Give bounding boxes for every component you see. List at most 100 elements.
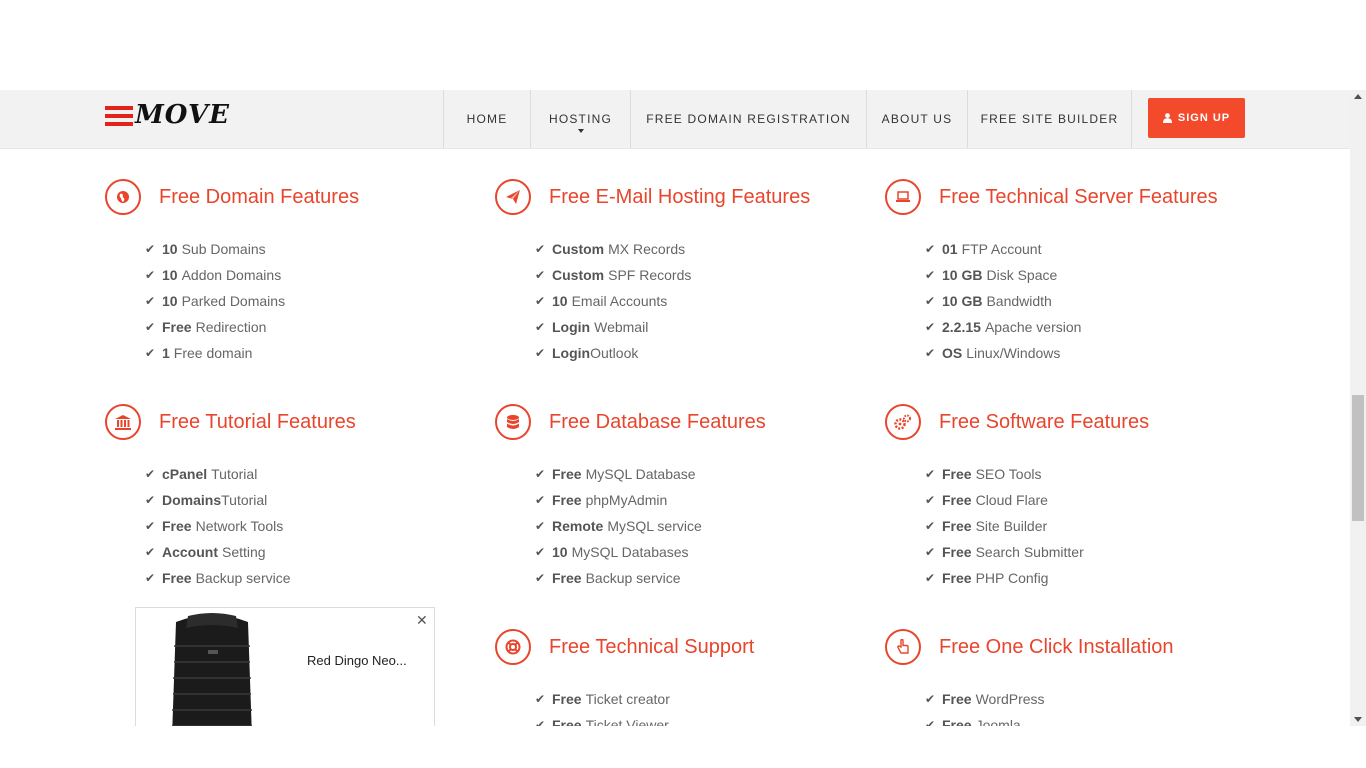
check-icon: ✔	[535, 692, 546, 706]
check-icon: ✔	[925, 467, 936, 481]
check-icon: ✔	[925, 692, 936, 706]
check-icon: ✔	[925, 545, 936, 559]
feature-list: ✔ Free WordPress ✔ Free Joomla	[925, 686, 1045, 726]
check-icon: ✔	[535, 294, 546, 308]
hand-pointer-icon	[885, 629, 921, 665]
site-logo[interactable]: MOVE	[105, 100, 235, 132]
check-icon: ✔	[925, 320, 936, 334]
gears-icon	[885, 404, 921, 440]
feature-list: ✔ cPanel Tutorial ✔ Domains Tutorial ✔ Free Ne…	[145, 461, 291, 591]
list-item: ✔ Login Webmail	[535, 319, 649, 335]
feature-list: ✔ Custom MX Records ✔ Custom SPF Records ✔ 10…	[535, 236, 691, 366]
list-item: ✔ Free SEO Tools	[925, 466, 1042, 482]
caret-down-icon	[577, 129, 584, 133]
scrollbar-thumb[interactable]	[1352, 395, 1364, 521]
nav-hosting-label: HOSTING	[548, 112, 613, 126]
feature-list: ✔ Free SEO Tools ✔ Free Cloud Flare ✔ Free Sit…	[925, 461, 1084, 591]
check-icon: ✔	[145, 571, 156, 585]
check-icon: ✔	[535, 493, 546, 507]
check-icon: ✔	[925, 571, 936, 585]
paper-plane-icon	[495, 179, 531, 215]
list-item: ✔ 10 GB Disk Space	[925, 267, 1058, 283]
list-item: ✔ Custom SPF Records	[535, 267, 692, 283]
life-ring-icon	[495, 629, 531, 665]
check-icon: ✔	[535, 242, 546, 256]
check-icon: ✔	[145, 294, 156, 308]
globe-icon	[105, 179, 141, 215]
list-item: ✔ Remote MySQL service	[535, 518, 702, 534]
nav-home[interactable]: HOME	[443, 90, 530, 148]
page-scrollbar[interactable]	[1350, 90, 1366, 726]
check-icon: ✔	[925, 294, 936, 308]
list-item: ✔ Free MySQL Database	[535, 466, 696, 482]
main-nav: HOME HOSTING FREE DOMAIN REGISTRATION AB…	[443, 90, 1132, 148]
check-icon: ✔	[535, 268, 546, 282]
check-icon: ✔	[145, 545, 156, 559]
list-item: ✔ 10 Email Accounts	[535, 293, 668, 309]
feature-title: Free Domain Features	[159, 186, 360, 208]
check-icon: ✔	[535, 545, 546, 559]
bottom-blank-area	[0, 726, 1366, 768]
feature-title: Free Technical Server Features	[939, 186, 1218, 208]
list-item: ✔ Free phpMyAdmin	[535, 492, 668, 508]
ad-product-title: Red Dingo Neo...	[307, 653, 407, 668]
sign-up-button[interactable]: SIGN UP	[1148, 98, 1245, 138]
list-item: ✔ 10 Addon Domains	[145, 267, 282, 283]
nav-about-us[interactable]: ABOUT US	[866, 90, 967, 148]
check-icon: ✔	[145, 346, 156, 360]
feature-title: Free E-Mail Hosting Features	[549, 186, 811, 208]
list-item: ✔ Free Redirection	[145, 319, 267, 335]
check-icon: ✔	[925, 718, 936, 726]
list-item: ✔ Free Cloud Flare	[925, 492, 1048, 508]
check-icon: ✔	[535, 718, 546, 726]
list-item: ✔ Free Search Submitter	[925, 544, 1084, 560]
list-item: ✔ 10 Parked Domains	[145, 293, 286, 309]
check-icon: ✔	[145, 320, 156, 334]
scroll-up-icon[interactable]	[1354, 94, 1362, 99]
list-item: ✔ OS Linux/Windows	[925, 345, 1061, 361]
check-icon: ✔	[925, 242, 936, 256]
check-icon: ✔	[535, 320, 546, 334]
product-jacket-image	[172, 613, 252, 736]
nav-hosting[interactable]: HOSTING	[530, 90, 630, 148]
nav-free-domain-registration[interactable]: FREE DOMAIN REGISTRATION	[630, 90, 866, 148]
feature-title: Free Tutorial Features	[159, 411, 356, 433]
list-item: ✔ 2.2.15 Apache version	[925, 319, 1082, 335]
list-item: ✔ cPanel Tutorial	[145, 466, 258, 482]
database-icon	[495, 404, 531, 440]
close-icon[interactable]: ✕	[416, 612, 428, 629]
check-icon: ✔	[145, 467, 156, 481]
list-item: ✔ Free Network Tools	[145, 518, 284, 534]
feature-title: Free Database Features	[549, 411, 766, 433]
ad-banner[interactable]: Red Dingo Neo... ✕	[135, 607, 435, 737]
check-icon: ✔	[535, 467, 546, 481]
logo-text: MOVE	[135, 100, 230, 130]
check-icon: ✔	[145, 268, 156, 282]
nav-free-site-builder[interactable]: FREE SITE BUILDER	[967, 90, 1132, 148]
list-item: ✔ Domains Tutorial	[145, 492, 268, 508]
check-icon: ✔	[535, 571, 546, 585]
list-item: ✔ Free Ticket creator	[535, 691, 670, 707]
feature-list: ✔ Free Ticket creator ✔ Free Ticket Viewer	[535, 686, 670, 726]
feature-title: Free Software Features	[939, 411, 1150, 433]
check-icon: ✔	[925, 493, 936, 507]
top-blank-area	[0, 0, 1350, 90]
list-item: ✔ Custom MX Records	[535, 241, 686, 257]
list-item: ✔ 10 Sub Domains	[145, 241, 266, 257]
scroll-down-icon[interactable]	[1354, 717, 1362, 722]
check-icon: ✔	[925, 346, 936, 360]
list-item: ✔ Login Outlook	[535, 345, 639, 361]
list-item: ✔ Free WordPress	[925, 691, 1045, 707]
list-item: ✔ Free Joomla	[925, 712, 1045, 726]
nav-home-label: HOME	[466, 112, 508, 126]
check-icon: ✔	[925, 519, 936, 533]
feature-title: Free One Click Installation	[939, 636, 1174, 658]
user-icon	[1162, 113, 1172, 123]
list-item: ✔ Free Site Builder	[925, 518, 1048, 534]
list-item: ✔ Free Ticket Viewer	[535, 712, 670, 726]
list-item: ✔ 10 GB Bandwidth	[925, 293, 1052, 309]
check-icon: ✔	[145, 493, 156, 507]
check-icon: ✔	[535, 346, 546, 360]
check-icon: ✔	[535, 519, 546, 533]
check-icon: ✔	[925, 268, 936, 282]
